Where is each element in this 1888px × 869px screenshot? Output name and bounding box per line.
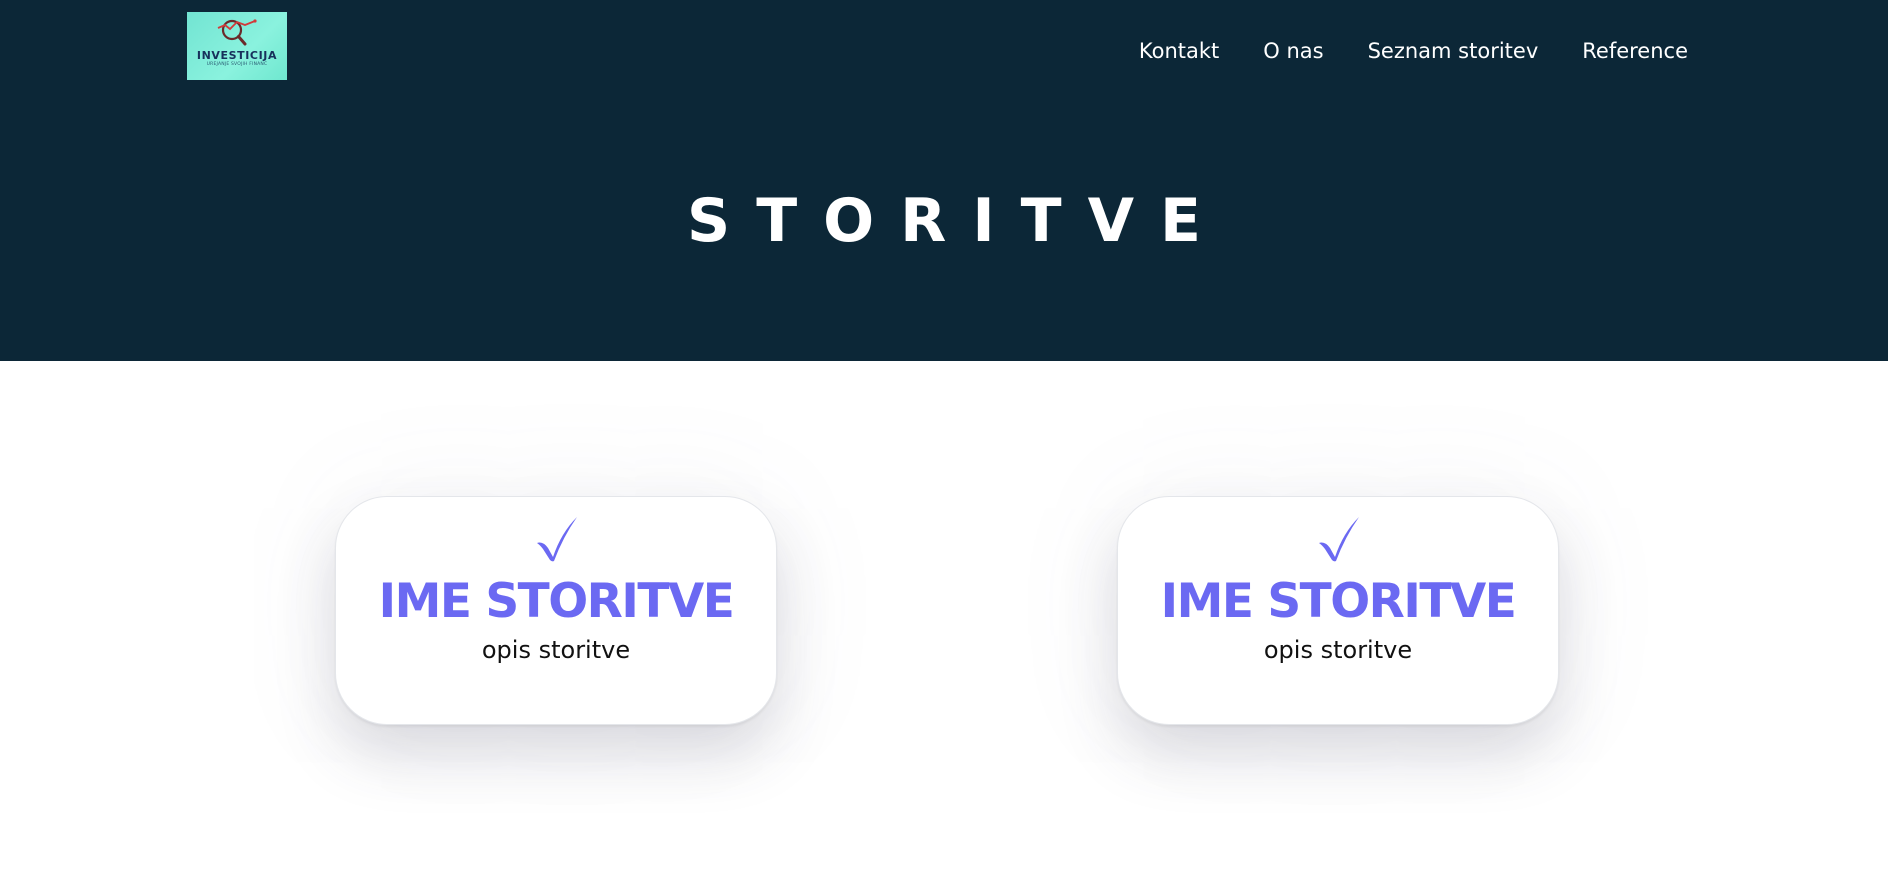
service-title: IME STORITVE bbox=[1160, 574, 1517, 629]
logo-name: INVESTICIJA bbox=[196, 49, 278, 62]
nav-link-seznam-storitev[interactable]: Seznam storitev bbox=[1368, 38, 1539, 64]
checkmark-icon bbox=[537, 517, 577, 562]
nav-link-o-nas[interactable]: O nas bbox=[1263, 38, 1323, 64]
service-title: IME STORITVE bbox=[378, 574, 735, 629]
service-description: opis storitve bbox=[1263, 636, 1413, 664]
page-title: STORITVE bbox=[686, 186, 1228, 256]
nav-link-reference[interactable]: Reference bbox=[1582, 38, 1688, 64]
service-card[interactable]: IME STORITVE opis storitve bbox=[335, 496, 777, 725]
main-nav: Kontakt O nas Seznam storitev Reference bbox=[1139, 38, 1688, 64]
site-logo[interactable]: INVESTICIJA UREJANJE SVOJIH FINANC bbox=[187, 12, 287, 80]
service-description: opis storitve bbox=[481, 636, 631, 664]
nav-link-kontakt[interactable]: Kontakt bbox=[1139, 38, 1219, 64]
page-header: INVESTICIJA UREJANJE SVOJIH FINANC Konta… bbox=[0, 0, 1888, 361]
checkmark-icon bbox=[1319, 517, 1359, 562]
magnifier-chart-icon bbox=[217, 19, 257, 46]
logo-tagline: UREJANJE SVOJIH FINANC bbox=[206, 62, 268, 67]
service-card[interactable]: IME STORITVE opis storitve bbox=[1117, 496, 1559, 725]
